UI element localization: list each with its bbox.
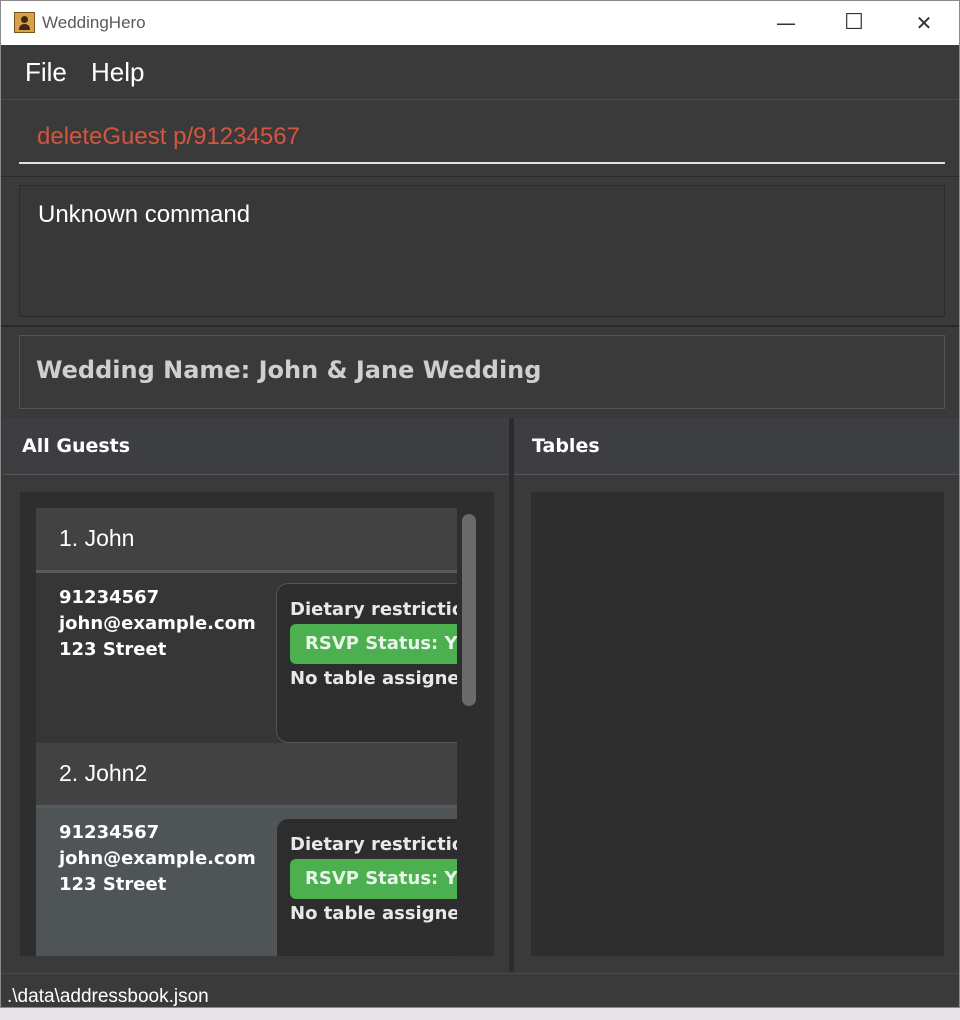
guest-details-box: Dietary restriction RSVP Status: YES No … (276, 818, 457, 956)
dietary-restriction: Dietary restriction (290, 599, 457, 620)
menu-bar: File Help (1, 45, 959, 100)
guests-panel: All Guests 1. John 91234567 john@example… (3, 418, 509, 972)
menu-help[interactable]: Help (91, 57, 144, 88)
command-input[interactable] (19, 112, 945, 164)
guest-card[interactable]: 1. John 91234567 john@example.com 123 St… (36, 508, 457, 743)
guest-phone: 91234567 (59, 822, 160, 843)
app-window: WeddingHero — ☐ ✕ File Help Unknown comm… (0, 0, 960, 1008)
guest-list-scrollbar[interactable] (462, 514, 476, 706)
guests-panel-header: All Guests (3, 418, 509, 475)
guests-panel-title: All Guests (22, 435, 131, 457)
minimize-button[interactable]: — (763, 1, 809, 45)
guest-card-header: 1. John (36, 508, 457, 573)
menu-file[interactable]: File (25, 57, 67, 88)
guest-email: john@example.com (59, 613, 256, 634)
table-assignment: No table assigned (290, 668, 457, 689)
table-assignment: No table assigned (290, 903, 457, 924)
table-list[interactable] (531, 492, 944, 956)
guest-details-box: Dietary restriction RSVP Status: YES No … (276, 583, 457, 743)
wedding-name: Wedding Name: John & Jane Wedding (36, 356, 542, 384)
guest-info: 91234567 john@example.com 123 Street (59, 820, 256, 898)
result-text: Unknown command (38, 201, 251, 228)
status-bar: .\data\addressbook.json (1, 973, 959, 1007)
save-location: .\data\addressbook.json (7, 986, 209, 1007)
guest-card[interactable]: 2. John2 91234567 john@example.com 123 S… (36, 743, 457, 956)
address-book-icon (14, 12, 35, 33)
maximize-button[interactable]: ☐ (831, 1, 877, 45)
guest-email: john@example.com (59, 848, 256, 869)
rsvp-badge: RSVP Status: YES (290, 624, 457, 664)
result-box: Unknown command (19, 185, 945, 317)
window-title: WeddingHero (42, 13, 146, 32)
guest-name: 2. John2 (59, 760, 148, 786)
tables-panel-header: Tables (514, 418, 959, 475)
result-display: Unknown command (1, 177, 959, 327)
guest-address: 123 Street (59, 639, 167, 660)
tables-panel-title: Tables (532, 435, 600, 457)
guest-address: 123 Street (59, 874, 167, 895)
guest-info: 91234567 john@example.com 123 Street (59, 585, 256, 663)
rsvp-badge: RSVP Status: YES (290, 859, 457, 899)
guest-list-viewport: 1. John 91234567 john@example.com 123 St… (36, 508, 457, 956)
wedding-panel: Wedding Name: John & Jane Wedding (1, 327, 959, 417)
guest-card-header: 2. John2 (36, 743, 457, 808)
dietary-restriction: Dietary restriction (290, 834, 457, 855)
guest-card-body: 91234567 john@example.com 123 Street Die… (36, 808, 457, 956)
wedding-box: Wedding Name: John & Jane Wedding (19, 335, 945, 409)
tables-panel: Tables (514, 418, 959, 972)
guest-phone: 91234567 (59, 587, 160, 608)
title-bar[interactable]: WeddingHero — ☐ ✕ (1, 1, 959, 45)
guest-list[interactable]: 1. John 91234567 john@example.com 123 St… (20, 492, 494, 956)
command-box (1, 100, 959, 178)
close-button[interactable]: ✕ (901, 1, 947, 45)
guest-card-body: 91234567 john@example.com 123 Street Die… (36, 573, 457, 743)
guest-name: 1. John (59, 525, 135, 551)
